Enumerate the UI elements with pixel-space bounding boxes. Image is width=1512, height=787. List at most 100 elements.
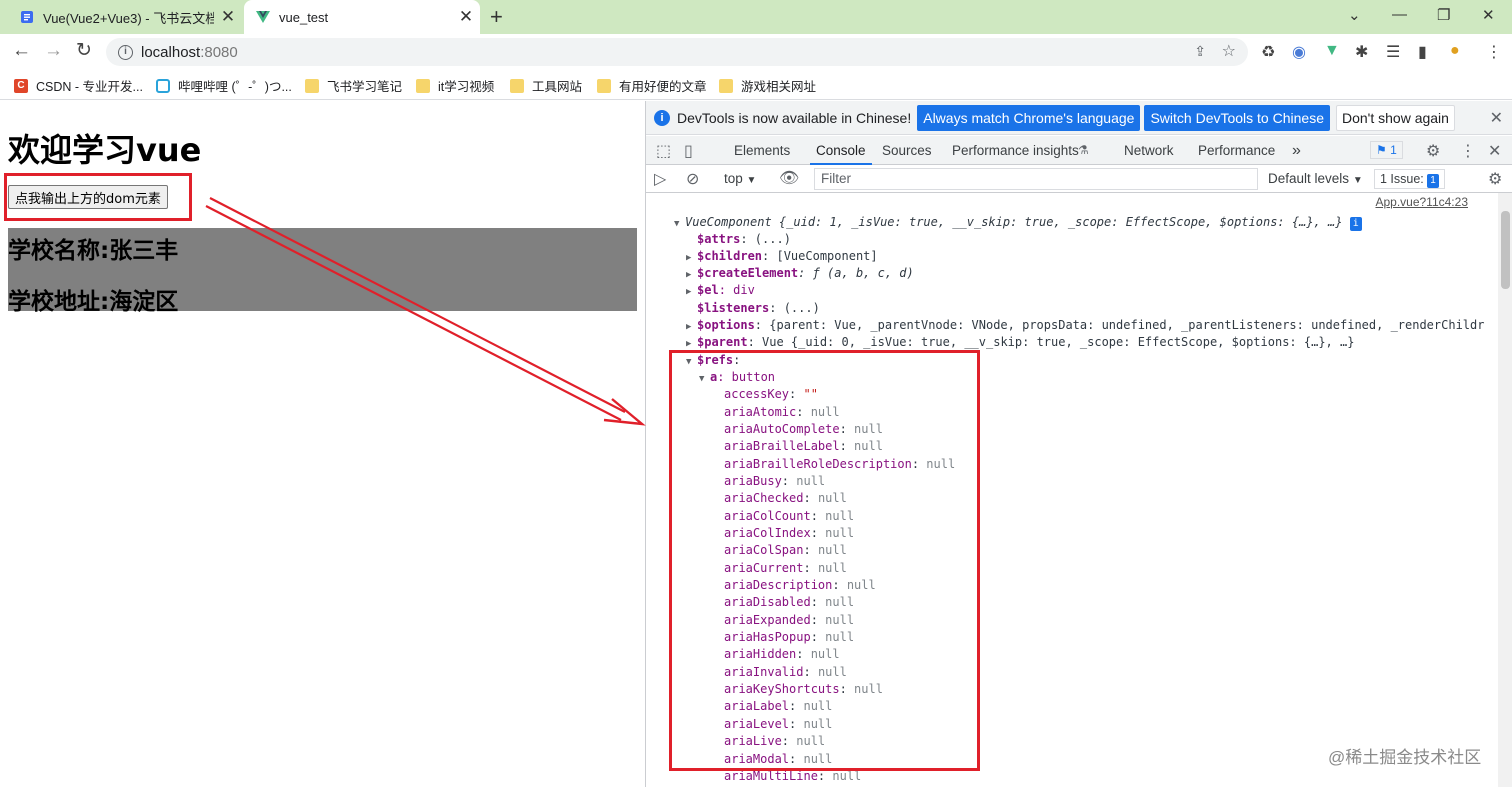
console-scrollbar[interactable] [1498,193,1512,787]
url-host: localhost [141,43,201,61]
bookmark-folder-it[interactable]: it学习视频 [416,76,494,95]
bookmark-label: 哔哩哔哩 (゜-゜)つ... [178,80,292,94]
folder-icon [416,78,430,93]
info-badge-icon: i [1349,217,1362,231]
flask-icon: ⚗ [1078,143,1089,157]
new-tab-button[interactable]: + [490,4,503,30]
context-label: top [724,171,743,186]
tab-elements[interactable]: Elements [734,136,790,165]
tab-console[interactable]: Console [810,136,872,165]
minimize-icon[interactable]: — [1392,6,1407,23]
prop-listeners[interactable]: $listeners: (...) [686,300,820,317]
customize-kebab-icon[interactable]: ⋮ [1460,141,1476,161]
live-expression-eye-icon[interactable]: 👁 [779,168,799,188]
bookmark-folder-games[interactable]: 游戏相关网址 [719,76,816,95]
tab-search-icon[interactable]: ⌄ [1348,6,1361,24]
sidebar-toggle-icon[interactable]: ▷ [654,169,666,189]
school-address: 学校地址:海淀区 [8,289,179,315]
vue-logo-icon [256,11,270,23]
bookmark-bilibili[interactable]: 哔哩哔哩 (゜-゜)つ... [156,76,292,95]
bookmark-label: 工具网站 [532,80,583,94]
recycle-extension-icon[interactable]: ♻ [1261,42,1275,62]
filter-input[interactable]: Filter [814,168,1258,190]
switch-chinese-button[interactable]: Switch DevTools to Chinese [1144,104,1330,131]
log-vuecomponent[interactable]: ▼ VueComponent {_uid: 1, _isVue: true, __… [674,214,1362,231]
prop-el[interactable]: ▶ $el: div [686,282,755,299]
console-settings-gear-icon[interactable]: ⚙ [1488,169,1502,189]
bookmark-label: 飞书学习笔记 [327,80,403,94]
issues-button[interactable]: 1 Issue: 1 [1374,169,1445,189]
address-bar[interactable]: i localhost:8080 ⇪ ☆ [106,38,1248,66]
restore-icon[interactable]: ❐ [1437,6,1450,24]
prop-options[interactable]: ▶ $options: {parent: Vue, _parentVnode: V… [686,317,1484,334]
info-icon: i [654,109,670,126]
prop-children[interactable]: ▶ $children: [VueComponent] [686,248,878,265]
device-toolbar-icon[interactable]: ▯ [684,141,693,161]
tab-sources[interactable]: Sources [882,136,932,165]
folder-icon [510,78,524,93]
clear-console-icon[interactable]: ⊘ [686,169,699,189]
share-icon[interactable]: ⇪ [1194,43,1206,60]
tab-vue-test[interactable]: vue_test ✕ [244,0,480,34]
forward-icon[interactable]: → [44,40,63,62]
close-tab-icon[interactable]: ✕ [220,8,236,25]
dont-show-again-button[interactable]: Don't show again [1335,104,1455,131]
reload-icon[interactable]: ↻ [76,40,92,62]
expand-triangle-icon[interactable]: ▼ [674,216,685,233]
side-panel-icon[interactable]: ▮ [1418,42,1427,62]
browser-toolbar: ← → ↻ i localhost:8080 ⇪ ☆ ♻ ◉ ▼ ✱ ☰ ▮ ●… [0,34,1512,70]
watermark: @稀土掘金技术社区 [1328,748,1482,767]
page-heading: 欢迎学习vue [8,131,202,169]
bookmark-label: CSDN - 专业开发... [36,80,143,94]
bookmark-label: 游戏相关网址 [741,80,817,94]
tab-performance-insights[interactable]: Performance insights [952,136,1079,165]
bookmark-star-icon[interactable]: ☆ [1222,41,1236,61]
reading-list-icon[interactable]: ☰ [1386,42,1400,62]
bookmark-label: 有用好便的文章 [619,80,707,94]
close-infobar-icon[interactable]: ✕ [1490,108,1503,128]
site-info-icon[interactable]: i [118,44,133,60]
match-language-button[interactable]: Always match Chrome's language [917,104,1141,131]
messages-counter[interactable]: ⚑ 1 [1370,141,1403,159]
prop-createelement[interactable]: ▶ $createElement: ƒ (a, b, c, d) [686,265,914,282]
vuecomponent-summary: VueComponent {_uid: 1, _isVue: true, __v… [685,215,1343,229]
prop-parent[interactable]: ▶ $parent: Vue {_uid: 0, _isVue: true, __… [686,334,1354,351]
profile-avatar-icon[interactable]: ● [1450,42,1460,60]
extension-icon[interactable]: ◉ [1292,42,1306,62]
settings-gear-icon[interactable]: ⚙ [1426,141,1440,161]
tab-performance[interactable]: Performance [1198,136,1275,165]
url-port: :8080 [200,43,238,61]
dropdown-caret-icon: ▼ [746,175,757,186]
devtools-tabbar: ⬚ ▯ Elements Console Sources Performance… [646,136,1512,165]
bookmark-folder-feishu[interactable]: 飞书学习笔记 [305,76,402,95]
inspect-element-icon[interactable]: ⬚ [656,141,671,161]
more-tabs-icon[interactable]: » [1292,136,1301,165]
extensions-puzzle-icon[interactable]: ✱ [1355,42,1368,62]
close-devtools-icon[interactable]: ✕ [1488,141,1501,161]
context-selector[interactable]: top ▼ [724,171,756,186]
bilibili-icon [156,78,170,93]
language-infobar: i DevTools is now available in Chinese! … [646,101,1512,135]
tab-feishu-doc[interactable]: Vue(Vue2+Vue3) - 飞书云文档 ✕ [10,0,242,34]
folder-icon [719,78,733,93]
window-close-icon[interactable]: ✕ [1482,6,1495,24]
prop-attrs[interactable]: $attrs: (...) [686,231,791,248]
log-levels-label: Default levels [1268,171,1350,186]
menu-kebab-icon[interactable]: ⋮ [1486,42,1502,62]
scrollbar-thumb[interactable] [1501,211,1510,289]
back-icon[interactable]: ← [12,40,31,62]
csdn-icon: C [14,78,28,93]
doc-icon [21,11,33,23]
tab-network[interactable]: Network [1124,136,1174,165]
infobar-message: DevTools is now available in Chinese! [677,109,912,126]
dropdown-caret-icon: ▼ [1352,175,1363,186]
bookmark-folder-articles[interactable]: 有用好便的文章 [597,76,707,95]
bookmark-folder-tools[interactable]: 工具网站 [510,76,582,95]
log-levels-dropdown[interactable]: Default levels ▼ [1268,171,1363,186]
bookmark-csdn[interactable]: C CSDN - 专业开发... [14,76,143,95]
vue-devtools-icon[interactable]: ▼ [1324,42,1340,60]
tab-title: vue_test [279,9,329,25]
close-tab-icon[interactable]: ✕ [458,8,474,25]
bookmark-label: it学习视频 [438,80,495,94]
source-link[interactable]: App.vue?11c4:23 [1375,195,1468,209]
